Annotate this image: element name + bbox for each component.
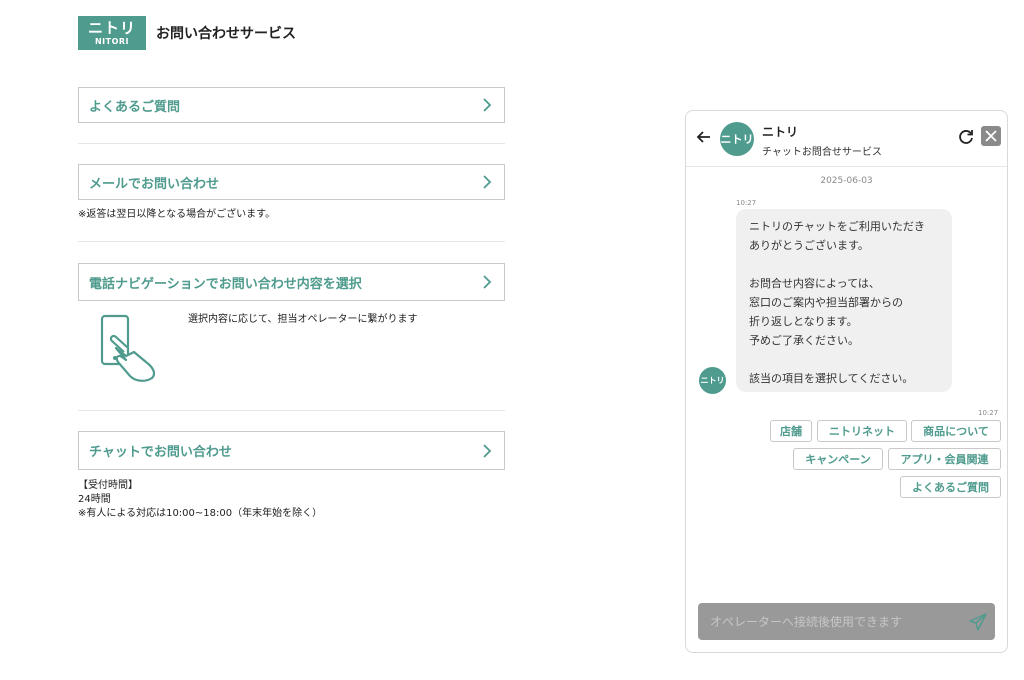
close-icon[interactable]	[981, 126, 1001, 146]
phone-navigation-button[interactable]: 電話ナビゲーションでお問い合わせ内容を選択	[78, 263, 505, 301]
chat-header: ニトリ ニトリ チャットお問合せサービス	[686, 111, 1007, 167]
choice-button[interactable]: キャンペーン	[793, 448, 883, 470]
chat-button[interactable]: チャットでお問い合わせ	[78, 431, 505, 470]
choice-button[interactable]: ニトリネット	[817, 420, 907, 442]
choices-time: 10:27	[978, 409, 999, 417]
chevron-right-icon	[480, 443, 494, 458]
mail-button[interactable]: メールでお問い合わせ	[78, 164, 505, 200]
divider	[78, 410, 505, 411]
hours-value: 24時間	[78, 494, 111, 505]
divider	[78, 241, 505, 242]
send-icon[interactable]	[968, 612, 988, 632]
choice-button[interactable]: 商品について	[911, 420, 1001, 442]
page-header: ニトリ NITORI お問い合わせサービス	[78, 16, 296, 50]
mail-note: ※返答は翌日以降となる場合がございます。	[78, 209, 276, 220]
smartphone-tap-icon	[96, 312, 160, 384]
chat-input-bar	[698, 603, 995, 640]
back-arrow-icon[interactable]	[696, 129, 712, 145]
divider	[78, 143, 505, 144]
bot-avatar: ニトリ	[699, 367, 726, 394]
logo-en: NITORI	[94, 36, 130, 46]
chat-message-input[interactable]	[698, 603, 958, 640]
nitori-logo[interactable]: ニトリ NITORI	[78, 16, 146, 50]
choice-button[interactable]: アプリ・会員関連	[888, 448, 1001, 470]
phone-caption: 選択内容に応じて、担当オペレーターに繋がります	[188, 314, 418, 325]
chat-subtitle: チャットお問合せサービス	[762, 147, 882, 158]
faq-button[interactable]: よくあるご質問	[78, 87, 505, 123]
chat-date: 2025-06-03	[820, 176, 873, 186]
chevron-right-icon	[480, 98, 494, 112]
chat-name: ニトリ	[762, 125, 799, 139]
reload-icon[interactable]	[957, 128, 975, 146]
chat-avatar: ニトリ	[720, 122, 754, 156]
chevron-right-icon	[480, 275, 494, 289]
hours-note: ※有人による対応は10:00~18:00（年末年始を除く）	[78, 508, 323, 519]
mail-button-label: メールでお問い合わせ	[89, 176, 220, 192]
bot-message-bubble: ニトリのチャットをご利用いただき ありがとうございます。 お問合せ内容によっては…	[736, 209, 952, 392]
page-title: お問い合わせサービス	[156, 26, 296, 42]
chat-button-label: チャットでお問い合わせ	[89, 445, 232, 460]
hours-title: 【受付時間】	[78, 480, 138, 491]
chat-widget: ニトリ ニトリ チャットお問合せサービス 2025-06-03 10:27 ニト…	[685, 110, 1008, 653]
choice-button[interactable]: よくあるご質問	[900, 476, 1001, 498]
faq-button-label: よくあるご質問	[89, 99, 181, 115]
choice-button[interactable]: 店舗	[770, 420, 812, 442]
chevron-right-icon	[480, 175, 494, 189]
phone-navigation-label: 電話ナビゲーションでお問い合わせ内容を選択	[89, 276, 362, 292]
logo-kana: ニトリ	[87, 18, 136, 37]
bot-message-time: 10:27	[736, 199, 757, 207]
